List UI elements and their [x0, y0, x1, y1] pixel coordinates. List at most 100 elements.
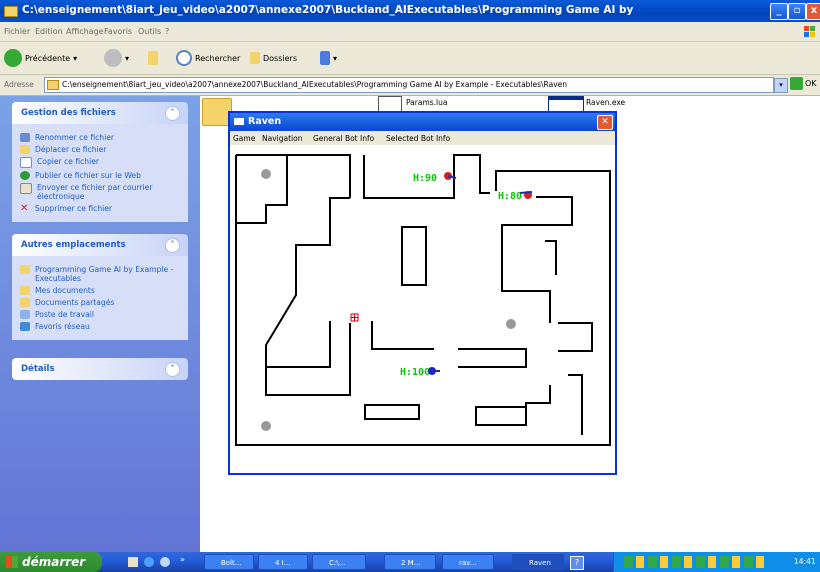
up-folder-button[interactable]	[148, 48, 158, 68]
views-button[interactable]: ▾	[320, 48, 337, 68]
params-file-label[interactable]: Params.lua	[406, 98, 448, 107]
quicklaunch-more-icon[interactable]: »	[180, 555, 185, 564]
menu-favoris[interactable]: Favoris	[104, 27, 132, 36]
taskbar-button-bolt[interactable]: Bolt...	[204, 554, 254, 570]
computer-icon	[20, 310, 30, 319]
app-icon	[234, 118, 244, 125]
chevron-down-icon: ▾	[333, 53, 338, 63]
rename-icon	[20, 133, 30, 142]
collapse-icon[interactable]: ˄	[165, 238, 180, 253]
quicklaunch-media-icon[interactable]	[160, 557, 170, 567]
address-label: Adresse	[4, 80, 34, 89]
task-copy[interactable]: Copier ce fichier	[20, 157, 180, 168]
raven-menu-game[interactable]: Game	[233, 134, 255, 143]
spawn-point	[261, 421, 271, 431]
raven-title: Raven	[248, 116, 282, 127]
place-label: Favoris réseau	[35, 322, 90, 331]
delete-icon: ✕	[20, 203, 29, 214]
spawn-point	[261, 169, 271, 179]
taskbar-button-raven[interactable]: Raven	[512, 554, 564, 570]
taskbar-button-rav[interactable]: rav...	[442, 554, 494, 570]
menu-help[interactable]: ?	[165, 27, 169, 36]
task-label: Copier ce fichier	[37, 157, 100, 166]
bot-health-label: H:100	[400, 367, 430, 378]
raven-menu-selected-bot-info[interactable]: Selected Bot Info	[386, 134, 450, 143]
search-icon	[176, 50, 192, 66]
place-label: Documents partagés	[35, 298, 115, 307]
maximize-button[interactable]: ▫	[788, 3, 806, 20]
details-title: Détails	[21, 364, 55, 374]
quicklaunch-ie-icon[interactable]	[144, 557, 154, 567]
place-my-documents[interactable]: Mes documents	[20, 286, 180, 295]
raven-close-button[interactable]: ✕	[597, 115, 613, 130]
search-button[interactable]: Rechercher	[176, 48, 240, 68]
details-header[interactable]: Détails ˅	[12, 358, 188, 380]
other-places-header[interactable]: Autres emplacements ˄	[12, 234, 188, 256]
folders-button[interactable]: Dossiers	[250, 48, 297, 68]
details-box: Détails ˅	[12, 358, 188, 380]
forward-button[interactable]: ▾	[104, 48, 129, 68]
task-delete[interactable]: ✕ Supprimer ce fichier	[20, 203, 180, 214]
start-button[interactable]: démarrer	[0, 552, 102, 572]
file-tasks-title: Gestion des fichiers	[21, 108, 116, 118]
tray-icons[interactable]	[624, 556, 764, 568]
task-move[interactable]: Déplacer ce fichier	[20, 145, 180, 154]
help-icon[interactable]: ?	[570, 556, 584, 570]
game-arena[interactable]: H:90 H:80 H:100	[230, 145, 615, 473]
windows-logo-icon	[802, 24, 818, 39]
globe-icon	[20, 171, 30, 180]
menu-outils[interactable]: Outils	[138, 27, 161, 36]
file-tasks-header[interactable]: Gestion des fichiers ˄	[12, 102, 188, 124]
raven-titlebar[interactable]: Raven ✕	[230, 113, 615, 131]
menu-edition[interactable]: Edition	[35, 27, 63, 36]
bot-health-label: H:90	[413, 173, 437, 184]
taskbar-button-explorer[interactable]: C:\...	[312, 554, 366, 570]
back-button[interactable]: Précédente ▾	[4, 48, 77, 68]
task-pane: Gestion des fichiers ˄ Renommer ce fichi…	[0, 96, 200, 552]
folder-icon	[20, 265, 30, 274]
collapse-icon[interactable]: ˄	[165, 106, 180, 121]
health-pack	[350, 313, 359, 322]
task-email[interactable]: Envoyer ce fichier par courrier électron…	[20, 183, 180, 201]
address-dropdown[interactable]: ▾	[774, 78, 788, 93]
raven-menu-general-bot-info[interactable]: General Bot Info	[313, 134, 374, 143]
bot-health-label: H:80	[498, 191, 522, 202]
place-shared-documents[interactable]: Documents partagés	[20, 298, 180, 307]
folder-icon	[4, 6, 18, 17]
raven-menu-navigation[interactable]: Navigation	[262, 134, 302, 143]
move-icon	[20, 145, 30, 154]
task-label: Supprimer ce fichier	[35, 204, 113, 213]
expand-icon[interactable]: ˅	[165, 362, 180, 377]
place-network[interactable]: Favoris réseau	[20, 322, 180, 331]
bot-1[interactable]: H:90	[413, 172, 457, 184]
raven-window[interactable]: Raven ✕ Game Navigation General Bot Info…	[228, 111, 617, 475]
place-parent-folder[interactable]: Programming Game AI by Example - Executa…	[20, 265, 180, 283]
taskbar-button-ie[interactable]: 4 I...	[258, 554, 308, 570]
views-icon	[320, 51, 330, 65]
forward-arrow-icon	[104, 49, 122, 67]
bot-2[interactable]: H:80	[498, 191, 533, 202]
copy-icon	[20, 157, 32, 168]
place-label: Programming Game AI by Example - Executa…	[35, 265, 174, 283]
explorer-menubar: Fichier Edition Affichage Favoris Outils…	[0, 22, 820, 42]
close-button[interactable]: x	[806, 3, 820, 20]
taskbar-button-word[interactable]: 2 M...	[384, 554, 436, 570]
arena-walls	[235, 154, 611, 446]
explorer-titlebar[interactable]: C:\enseignement\8iart_jeu_video\a2007\an…	[0, 0, 820, 22]
raven-exe-label[interactable]: Raven.exe	[586, 98, 625, 107]
go-button[interactable]: OK	[790, 77, 817, 90]
task-publish[interactable]: Publier ce fichier sur le Web	[20, 171, 180, 180]
minimize-button[interactable]: _	[770, 3, 788, 20]
taskbar: démarrer » Bolt... 4 I... C:\... 2 M... …	[0, 552, 820, 572]
menu-affichage[interactable]: Affichage	[66, 27, 104, 36]
bot-3[interactable]: H:100	[400, 367, 440, 378]
clock[interactable]: 14:41	[794, 557, 816, 566]
other-places-box: Autres emplacements ˄ Programming Game A…	[12, 234, 188, 340]
address-input[interactable]: C:\enseignement\8iart_jeu_video\a2007\an…	[44, 77, 774, 93]
place-my-computer[interactable]: Poste de travail	[20, 310, 180, 319]
task-rename[interactable]: Renommer ce fichier	[20, 133, 180, 142]
task-label: Renommer ce fichier	[35, 133, 115, 142]
menu-fichier[interactable]: Fichier	[4, 27, 30, 36]
quicklaunch-desktop-icon[interactable]	[128, 557, 138, 567]
task-label: Déplacer ce fichier	[35, 145, 107, 154]
